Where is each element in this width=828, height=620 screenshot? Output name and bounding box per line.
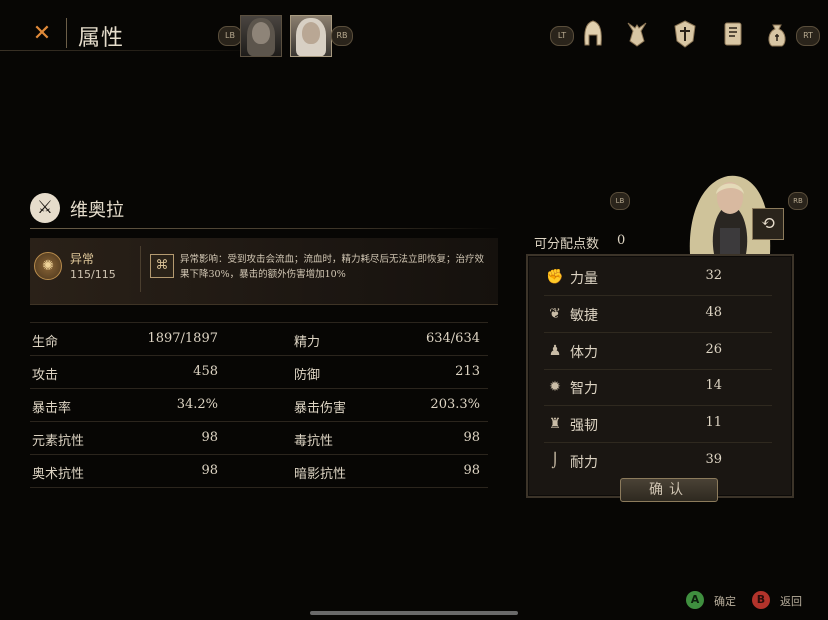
stat-label: 暴击伤害 [294,401,347,416]
stat-value: 98 [463,430,480,445]
stat-label: 精力 [294,335,321,350]
stat-value: 98 [201,430,218,445]
status-divider [140,246,141,292]
attribute-value: 48 [705,305,722,320]
a-button-label: 确定 [714,595,736,608]
stat-value: 1897/1897 [147,331,218,346]
effect-icon: ⌘ [150,254,174,278]
attribute-label: 强韧 [570,418,598,434]
rb-bumper[interactable]: RB [331,26,353,46]
boot-icon: ⌡ [551,453,559,469]
stat-row-divider [30,421,488,422]
header-underline [0,50,260,51]
attribute-value: 39 [705,452,722,467]
attribute-value: 26 [705,342,722,357]
available-points-label: 可分配点数 [534,237,600,252]
status-name: 异常 [70,252,95,266]
stat-value: 458 [193,364,218,379]
sun-icon: ✹ [549,379,561,395]
attribute-divider [544,295,772,296]
attribute-label: 智力 [570,381,598,397]
attribute-value: 14 [705,378,722,393]
character-name: 维奥拉 [70,200,124,221]
rb-bumper-small[interactable]: RB [788,192,808,210]
stat-value: 213 [455,364,480,379]
lt-trigger[interactable]: LT [550,26,574,46]
stat-row-divider [30,388,488,389]
attribute-label: 敏捷 [570,308,598,324]
status-value: 115/115 [70,268,116,281]
title-divider [66,18,67,48]
close-icon[interactable]: ✕ [30,22,54,46]
attribute-label: 体力 [570,345,598,361]
attribute-divider [544,442,772,443]
rt-trigger[interactable]: RT [796,26,820,46]
name-divider [30,228,500,229]
lb-bumper-small[interactable]: LB [610,192,630,210]
stat-label: 元素抗性 [32,434,85,449]
attribute-divider [544,405,772,406]
attribute-divider [544,369,772,370]
b-button-icon[interactable]: B [752,591,770,609]
a-button-icon[interactable]: A [686,591,704,609]
stat-value: 34.2% [176,397,218,412]
stat-row-divider [30,454,488,455]
helmet-icon[interactable] [580,19,606,49]
attribute-label: 耐力 [570,455,598,471]
status-effect-text: 异常影响：受到攻击会流血；流血时，精力耗尽后无法立即恢复；治疗效果下降30%，暴… [180,254,485,280]
stat-value: 98 [201,463,218,478]
attribute-value: 11 [705,415,722,430]
available-points-value: 0 [617,233,626,248]
person-icon: ♟ [548,343,562,359]
page-title: 属性 [78,26,125,51]
stat-label: 暗影抗性 [294,467,347,482]
stat-label: 奥术抗性 [32,467,85,482]
confirm-button[interactable]: 确认 [620,478,718,502]
money-bag-icon[interactable] [764,19,790,49]
portrait-character-2[interactable] [290,15,332,57]
stat-value: 203.3% [430,397,480,412]
stat-label: 攻击 [32,368,59,383]
stat-row-divider [30,487,488,488]
feather-icon: ❦ [549,306,561,322]
portrait-character-1[interactable] [240,15,282,57]
class-emblem-icon: ⚔ [30,193,60,223]
stat-label: 暴击率 [32,401,72,416]
creature-icon[interactable] [624,19,650,49]
fist-icon: ✊ [546,269,564,285]
lb-bumper[interactable]: LB [218,26,242,46]
stats-top-divider [30,322,488,323]
stat-value: 98 [463,463,480,478]
anvil-icon: ♜ [548,416,562,432]
bleed-status-icon: ✺ [34,252,62,280]
b-button-label: 返回 [780,595,802,608]
book-icon[interactable] [720,19,746,49]
home-indicator [310,611,518,615]
stat-value: 634/634 [425,331,480,346]
stat-row-divider [30,355,488,356]
stat-label: 防御 [294,368,321,383]
reset-points-icon[interactable]: ⟲ [752,208,784,240]
attribute-value: 32 [705,268,722,283]
stat-label: 毒抗性 [294,434,334,449]
attribute-divider [544,332,772,333]
stat-label: 生命 [32,335,59,350]
shield-emblem-icon[interactable] [672,19,698,49]
attribute-label: 力量 [570,271,598,287]
